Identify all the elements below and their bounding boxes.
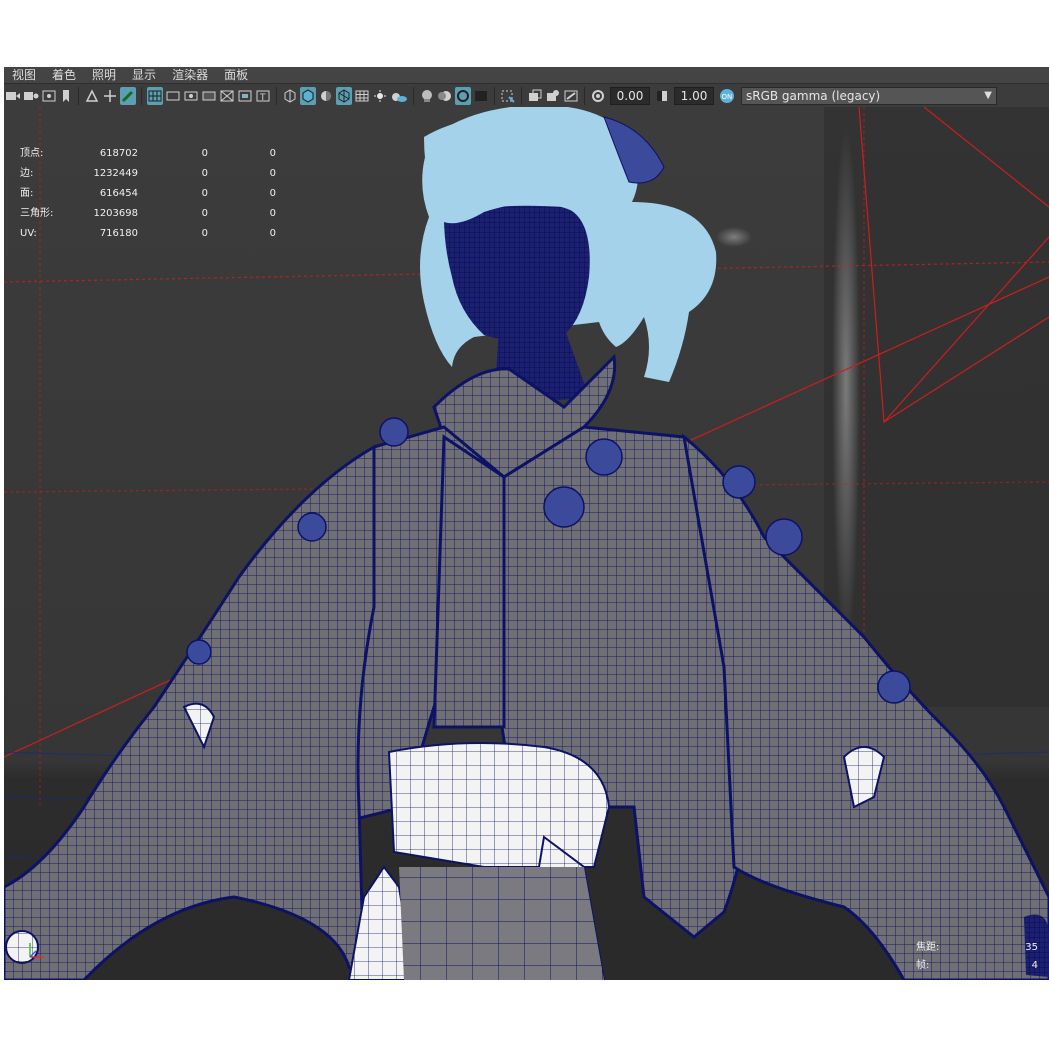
maya-viewport-panel: 视图 着色 照明 显示 渲染器 面板 T 0.00 1.00 ON sRGB g…: [4, 67, 1049, 980]
3d-viewport[interactable]: 顶点: 618702 0 0 边: 1232449 0 0 面: 616454 …: [4, 105, 1049, 980]
motion-blur-icon[interactable]: [437, 87, 453, 105]
hud-value: 616454: [99, 188, 138, 199]
toolbar-separator: [276, 87, 277, 105]
hud-value: 1203698: [93, 208, 138, 219]
xray-joints-icon[interactable]: [545, 87, 561, 105]
hud-row-faces: 面: 616454 0 0: [20, 184, 276, 204]
hud-label: 焦距:: [916, 942, 940, 953]
hud-label: 三角形:: [20, 208, 54, 219]
select-camera-icon[interactable]: [84, 87, 100, 105]
toolbar-separator: [494, 87, 495, 105]
hud-frame: 帧: 4: [916, 959, 1038, 973]
camera-attributes-icon[interactable]: [23, 87, 39, 105]
svg-text:T: T: [259, 93, 266, 103]
xray-icon[interactable]: [527, 87, 543, 105]
depth-of-field-icon[interactable]: [473, 87, 489, 105]
svg-text:ON: ON: [722, 93, 733, 101]
field-chart-icon[interactable]: [219, 87, 235, 105]
poly-count-hud: 顶点: 618702 0 0 边: 1232449 0 0 面: 616454 …: [20, 144, 276, 244]
camera-icon[interactable]: [5, 87, 21, 105]
hud-label: 顶点:: [20, 148, 44, 159]
safe-action-icon[interactable]: [237, 87, 253, 105]
hud-value: 0: [201, 168, 208, 179]
hud-value: 0: [201, 148, 208, 159]
view-transform-label: sRGB gamma (legacy): [746, 89, 881, 103]
film-gate-icon[interactable]: [165, 87, 181, 105]
hud-value: 0: [269, 148, 276, 159]
hud-value: 0: [201, 188, 208, 199]
hud-value: 0: [269, 228, 276, 239]
hud-value: 35: [1025, 942, 1038, 953]
hud-row-edges: 边: 1232449 0 0: [20, 164, 276, 184]
default-material-icon[interactable]: [318, 87, 334, 105]
isolate-icon[interactable]: [500, 87, 516, 105]
exposure-field[interactable]: 0.00: [610, 87, 650, 105]
hud-value: 0: [269, 168, 276, 179]
hud-value: 0: [201, 228, 208, 239]
hud-label: UV:: [20, 228, 37, 239]
light-icon[interactable]: [372, 87, 388, 105]
hud-row-vertices: 顶点: 618702 0 0: [20, 144, 276, 164]
hud-label: 面:: [20, 188, 34, 199]
grid-icon[interactable]: [147, 87, 163, 105]
anti-aliasing-icon[interactable]: [455, 87, 471, 105]
toolbar-separator: [584, 87, 585, 105]
menu-shading[interactable]: 着色: [44, 67, 84, 83]
hud-value: 618702: [99, 148, 138, 159]
axis-gizmo-icon: [29, 943, 44, 958]
screen-space-ao-icon[interactable]: [419, 87, 435, 105]
hud-row-uvs: UV: 716180 0 0: [20, 224, 276, 244]
gamma-icon[interactable]: [654, 87, 670, 105]
hud-focal-length: 焦距: 35: [916, 941, 1038, 955]
gate-mask-icon[interactable]: [201, 87, 217, 105]
menu-show[interactable]: 显示: [124, 67, 164, 83]
menu-lighting[interactable]: 照明: [84, 67, 124, 83]
toolbar-separator: [141, 87, 142, 105]
wireframe-icon[interactable]: [282, 87, 298, 105]
panel-menubar: 视图 着色 照明 显示 渲染器 面板: [4, 67, 1049, 83]
hud-value: 0: [269, 208, 276, 219]
hud-value: 4: [1031, 960, 1038, 971]
hud-label: 帧:: [916, 960, 930, 971]
gamma-field[interactable]: 1.00: [674, 87, 714, 105]
color-mgmt-icon[interactable]: ON: [718, 87, 736, 105]
xray-components-icon[interactable]: [563, 87, 579, 105]
safe-title-icon[interactable]: T: [255, 87, 271, 105]
hud-row-triangles: 三角形: 1203698 0 0: [20, 204, 276, 224]
hud-value: 0: [201, 208, 208, 219]
toolbar-separator: [521, 87, 522, 105]
track-icon[interactable]: [102, 87, 118, 105]
toolbar-separator: [78, 87, 79, 105]
hud-value: 716180: [99, 228, 138, 239]
resolution-gate-icon[interactable]: [183, 87, 199, 105]
image-plane-icon[interactable]: [41, 87, 57, 105]
bookmark-icon[interactable]: [59, 87, 73, 105]
shaded-icon[interactable]: [300, 87, 316, 105]
menu-view[interactable]: 视图: [4, 67, 44, 83]
panel-toolbar: T 0.00 1.00 ON sRGB gamma (legacy) ▼: [4, 83, 1049, 109]
grease-pencil-icon[interactable]: [120, 87, 136, 105]
exposure-icon[interactable]: [590, 87, 606, 105]
texture-icon[interactable]: [354, 87, 370, 105]
view-transform-dropdown[interactable]: sRGB gamma (legacy) ▼: [741, 87, 997, 105]
menu-panels[interactable]: 面板: [216, 67, 256, 83]
shadow-icon[interactable]: [390, 87, 408, 105]
hud-label: 边:: [20, 168, 34, 179]
hud-value: 1232449: [93, 168, 138, 179]
wireframe-on-shaded-icon[interactable]: [336, 87, 352, 105]
menu-renderer[interactable]: 渲染器: [164, 67, 216, 83]
chevron-down-icon: ▼: [984, 90, 992, 101]
toolbar-separator: [413, 87, 414, 105]
hud-value: 0: [269, 188, 276, 199]
